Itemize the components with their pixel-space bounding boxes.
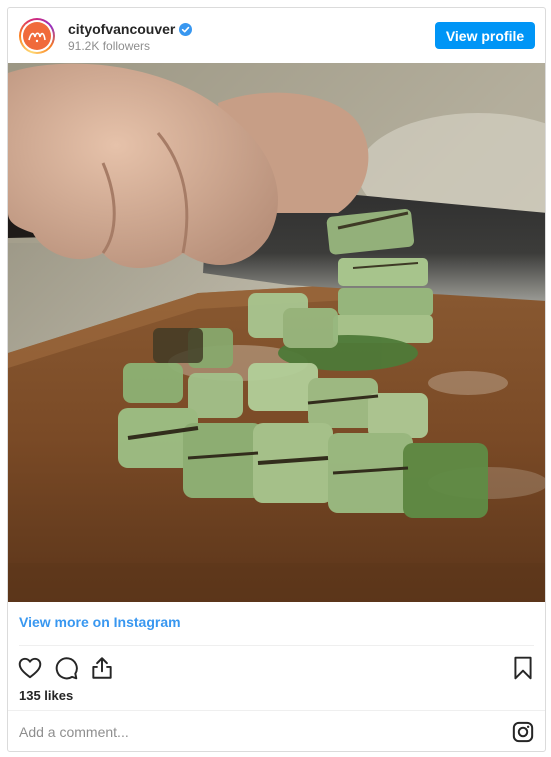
view-more-link[interactable]: View more on Instagram (19, 614, 181, 630)
post-header: cityofvancouver 91.2K followers View pro… (8, 8, 545, 63)
verified-badge-icon (179, 22, 193, 36)
instagram-embed-card: cityofvancouver 91.2K followers View pro… (7, 7, 546, 752)
post-photo[interactable] (8, 63, 545, 602)
heart-icon[interactable] (17, 655, 43, 681)
bookmark-icon[interactable] (510, 655, 536, 681)
followers-count: 91.2K followers (68, 39, 151, 53)
comment-input[interactable] (19, 721, 459, 743)
likes-count: 135 likes (19, 688, 74, 703)
avatar[interactable] (19, 18, 55, 54)
comment-icon[interactable] (53, 655, 79, 681)
divider (19, 645, 534, 646)
city-logo-icon (23, 22, 51, 50)
share-icon[interactable] (89, 655, 115, 681)
action-bar (8, 648, 545, 688)
divider (8, 710, 545, 711)
view-profile-button[interactable]: View profile (435, 22, 535, 49)
username[interactable]: cityofvancouver (68, 21, 175, 37)
instagram-icon[interactable] (512, 721, 534, 743)
